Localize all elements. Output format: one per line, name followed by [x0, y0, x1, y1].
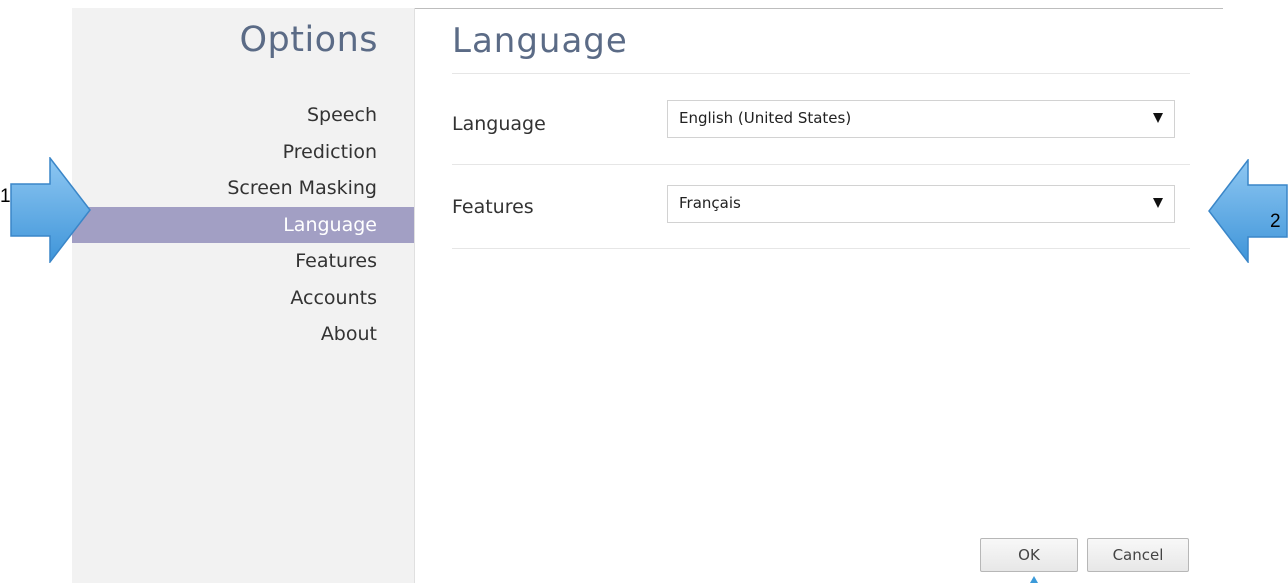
row-divider — [452, 164, 1190, 165]
sidebar-title: Options — [239, 20, 378, 60]
caret-up-icon — [1030, 576, 1038, 583]
sidebar-item-accounts[interactable]: Accounts — [72, 280, 414, 317]
ok-button[interactable]: OK — [980, 538, 1078, 572]
sidebar-item-speech[interactable]: Speech — [72, 97, 414, 134]
sidebar-nav: Speech Prediction Screen Masking Languag… — [72, 97, 414, 353]
annotation-arrow-right-icon — [10, 157, 91, 263]
language-select-value: English (United States) — [679, 109, 852, 127]
sidebar-item-screen-masking[interactable]: Screen Masking — [72, 170, 414, 207]
main-panel: Language Language English (United States… — [415, 8, 1223, 583]
row-divider — [452, 248, 1190, 249]
features-setting-label: Features — [452, 196, 534, 218]
features-select-value: Français — [679, 194, 741, 212]
language-select[interactable]: English (United States) — [667, 100, 1175, 138]
sidebar: Options Speech Prediction Screen Masking… — [72, 8, 415, 583]
page-title: Language — [452, 21, 628, 61]
sidebar-item-language[interactable]: Language — [72, 206, 414, 243]
annotation-number-2: 2 — [1270, 211, 1281, 232]
annotation-number-1: 1 — [0, 186, 11, 207]
options-window: Options Speech Prediction Screen Masking… — [0, 0, 1288, 583]
sidebar-item-about[interactable]: About — [72, 316, 414, 353]
title-divider — [452, 73, 1190, 74]
cancel-button[interactable]: Cancel — [1087, 538, 1189, 572]
features-select[interactable]: Français — [667, 185, 1175, 223]
sidebar-item-features[interactable]: Features — [72, 243, 414, 280]
chevron-down-icon — [1153, 198, 1163, 208]
chevron-down-icon — [1153, 113, 1163, 123]
language-setting-label: Language — [452, 113, 546, 135]
sidebar-item-prediction[interactable]: Prediction — [72, 134, 414, 171]
